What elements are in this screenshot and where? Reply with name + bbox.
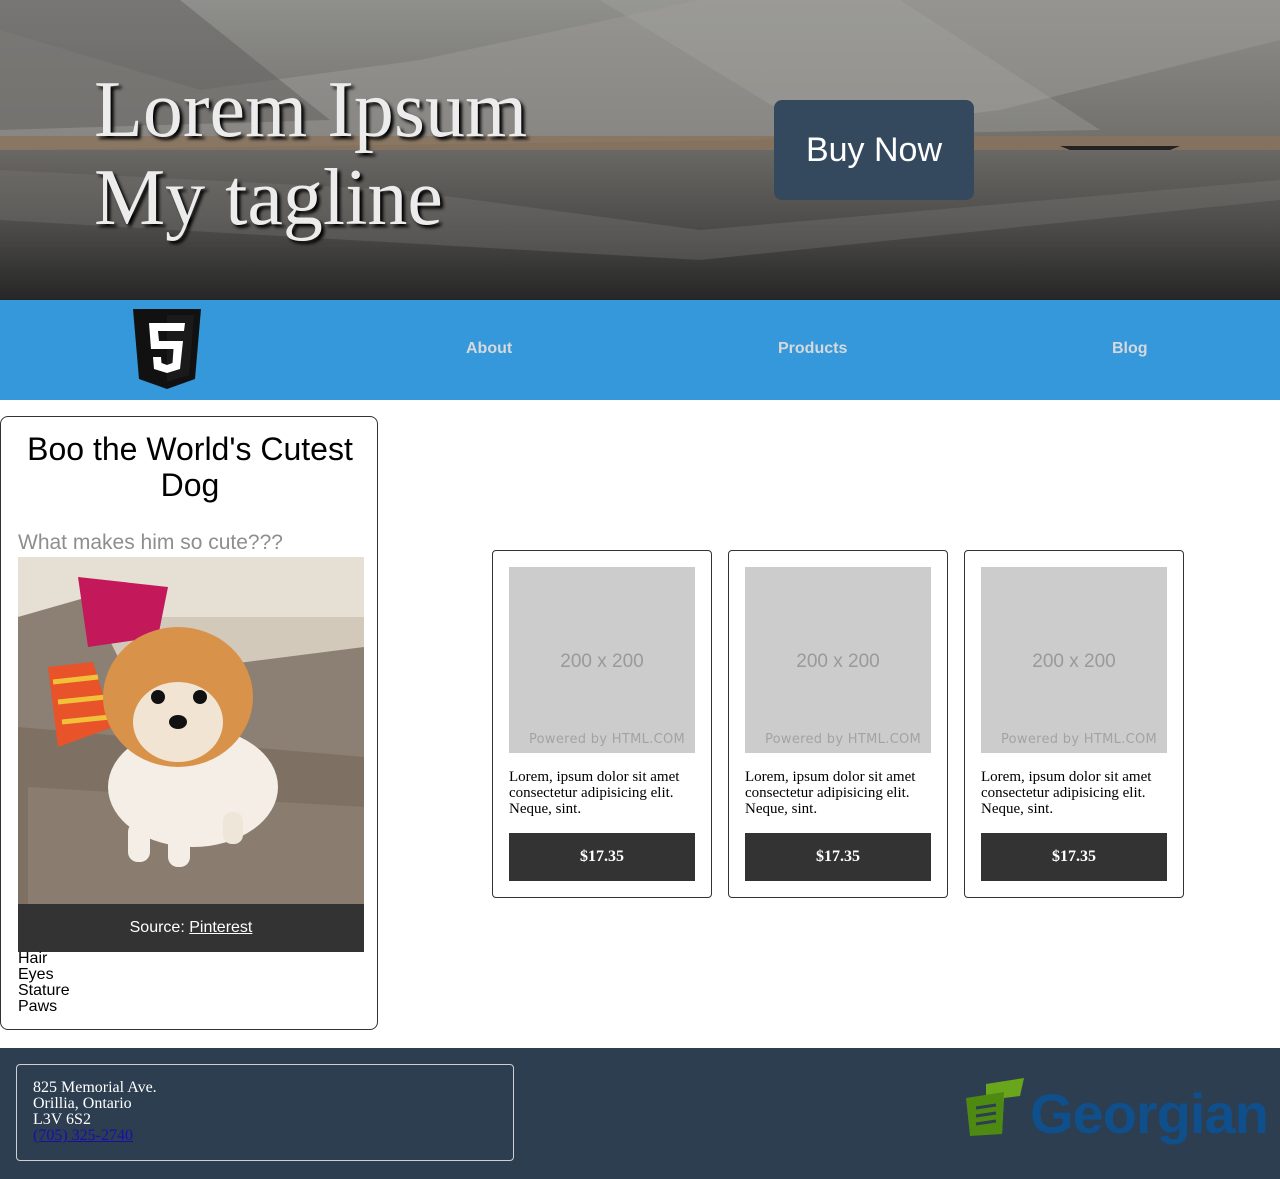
product-description: Lorem, ipsum dolor sit amet consectetur … <box>745 769 916 817</box>
price-button[interactable]: $17.35 <box>509 833 695 881</box>
list-item: Eyes <box>18 966 54 983</box>
product-description: Lorem, ipsum dolor sit amet consectetur … <box>981 769 1152 817</box>
product-description: Lorem, ipsum dolor sit amet consectetur … <box>509 769 680 817</box>
georgian-leaf-icon <box>966 1078 1024 1136</box>
pinterest-link[interactable]: Pinterest <box>189 919 252 936</box>
nav-item-about[interactable]: About <box>466 340 512 358</box>
dog-card-title: Boo the World's Cutest Dog <box>27 431 353 503</box>
dog-photo <box>18 557 364 904</box>
address-street: 825 Memorial Ave. <box>33 1079 157 1096</box>
dog-traits-list: Hair Eyes Stature Paws <box>18 951 70 1015</box>
address-city: Orillia, Ontario <box>33 1095 132 1112</box>
dog-card-subtitle: What makes him so cute??? <box>18 531 283 554</box>
list-item: Paws <box>18 998 58 1015</box>
product-image-placeholder: 200 x 200 Powered by HTML.COM <box>509 567 695 753</box>
main-nav: About Products Blog <box>0 300 1280 400</box>
nav-item-products[interactable]: Products <box>778 340 847 358</box>
placeholder-credit: Powered by HTML.COM <box>1000 732 1157 747</box>
hero-banner: Lorem Ipsum My tagline Buy Now <box>0 0 1280 300</box>
list-item: Stature <box>18 982 70 999</box>
product-card: 200 x 200 Powered by HTML.COM Lorem, ips… <box>728 550 948 898</box>
placeholder-credit: Powered by HTML.COM <box>764 732 921 747</box>
product-card: 200 x 200 Powered by HTML.COM Lorem, ips… <box>492 550 712 898</box>
placeholder-size-label: 200 x 200 <box>1032 651 1116 672</box>
hero-tagline: My tagline <box>94 154 443 242</box>
buy-now-button[interactable]: Buy Now <box>774 100 974 200</box>
price-button[interactable]: $17.35 <box>981 833 1167 881</box>
caption-prefix: Source: <box>129 919 190 936</box>
product-image-placeholder: 200 x 200 Powered by HTML.COM <box>981 567 1167 753</box>
nav-item-blog[interactable]: Blog <box>1112 340 1148 358</box>
dog-photo-caption: Source: Pinterest <box>18 904 364 952</box>
georgian-wordmark: Georgian <box>1030 1082 1269 1145</box>
price-button[interactable]: $17.35 <box>745 833 931 881</box>
html5-logo-icon[interactable] <box>133 309 201 389</box>
placeholder-size-label: 200 x 200 <box>796 651 880 672</box>
hero-title-line1: Lorem Ipsum <box>94 66 528 154</box>
product-image-placeholder: 200 x 200 Powered by HTML.COM <box>745 567 931 753</box>
phone-link[interactable]: (705) 325-2740 <box>33 1127 133 1144</box>
hero-title: Lorem Ipsum My tagline <box>94 66 527 242</box>
address-postal: L3V 6S2 <box>33 1111 91 1128</box>
page-footer: 825 Memorial Ave. Orillia, Ontario L3V 6… <box>0 1048 1280 1179</box>
product-card: 200 x 200 Powered by HTML.COM Lorem, ips… <box>964 550 1184 898</box>
list-item: Hair <box>18 950 48 967</box>
georgian-logo[interactable]: Georgian <box>964 1076 1269 1156</box>
address-box: 825 Memorial Ave. Orillia, Ontario L3V 6… <box>16 1064 514 1161</box>
placeholder-size-label: 200 x 200 <box>560 651 644 672</box>
dog-card: Boo the World's Cutest Dog What makes hi… <box>0 416 378 1030</box>
placeholder-credit: Powered by HTML.COM <box>528 732 685 747</box>
